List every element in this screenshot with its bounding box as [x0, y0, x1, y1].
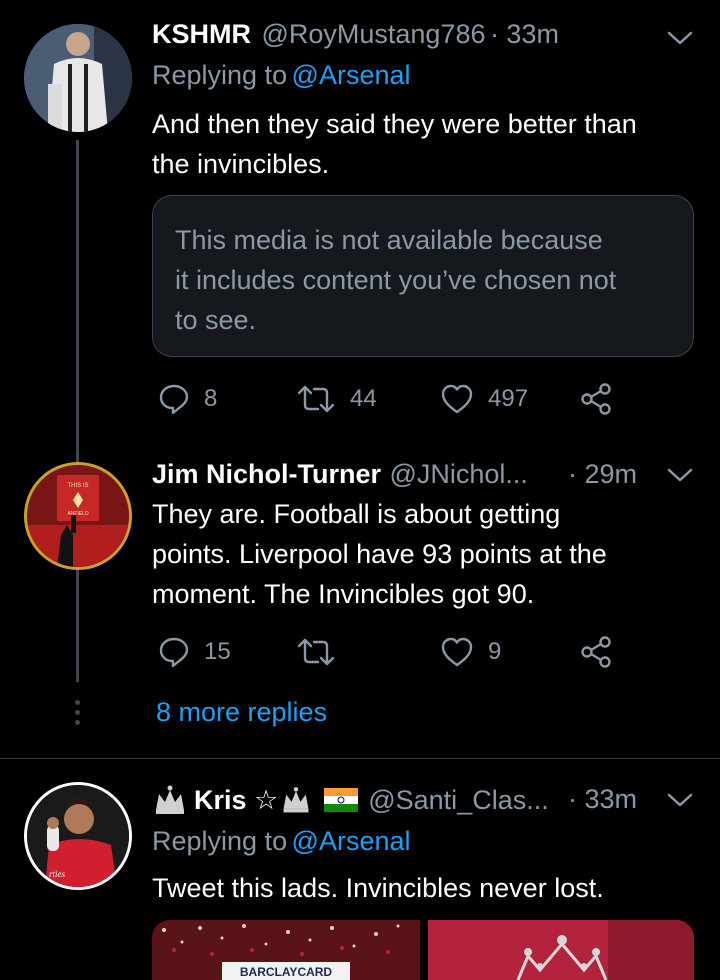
chevron-down-icon[interactable] — [666, 465, 694, 485]
retweet-icon — [297, 638, 335, 666]
handle[interactable]: @RoyMustang786 — [261, 19, 485, 49]
retweet-button[interactable]: 44 — [296, 383, 377, 415]
reply-button[interactable]: 15 — [158, 636, 231, 668]
thread-line — [76, 140, 79, 682]
like-icon — [441, 384, 473, 414]
media-image-left[interactable]: BARCLAYCARD — [152, 920, 420, 980]
tweet-header: KSHMR @RoyMustang786 · 33m — [152, 19, 559, 50]
avatar[interactable] — [24, 24, 132, 132]
reply-button[interactable]: 8 — [158, 383, 217, 415]
flag-india-icon — [324, 788, 359, 812]
share-button[interactable] — [580, 383, 626, 415]
display-name[interactable]: Jim Nichol-Turner — [152, 459, 381, 489]
tweet-text: Tweet this lads. Invincibles never lost. — [152, 873, 604, 903]
replying-to-link[interactable]: @Arsenal — [292, 60, 411, 90]
svg-text:rties: rties — [49, 869, 65, 879]
crown-icon — [283, 787, 309, 813]
display-name[interactable]: KSHMR — [152, 19, 251, 49]
avatar[interactable]: THIS IS ANFIELD — [24, 462, 132, 570]
chevron-down-icon[interactable] — [666, 28, 694, 48]
share-icon — [581, 636, 611, 668]
sign-text-top: THIS IS — [67, 483, 88, 489]
timestamp[interactable]: · 33m — [568, 784, 637, 815]
retweet-button[interactable] — [296, 636, 350, 668]
chevron-down-icon[interactable] — [666, 790, 694, 810]
media-caption: BARCLAYCARD — [240, 965, 333, 979]
replying-to: Replying to @Arsenal — [152, 826, 411, 856]
like-icon — [441, 637, 473, 667]
sign-text-bottom: ANFIELD — [67, 511, 89, 517]
timestamp[interactable]: · 33m — [490, 19, 559, 49]
avatar[interactable]: rties — [24, 782, 132, 890]
reply-icon — [159, 384, 189, 415]
like-button[interactable]: 497 — [440, 383, 528, 415]
more-dots-icon — [74, 700, 81, 726]
tweet-text: They are. Football is about getting poin… — [152, 499, 607, 609]
handle[interactable]: @JNichol... — [389, 459, 527, 489]
tweet-header: Jim Nichol-Turner @JNichol... — [152, 459, 528, 490]
display-name[interactable]: Kris ☆ — [194, 785, 278, 816]
retweet-icon — [297, 385, 335, 413]
like-button[interactable]: 9 — [440, 636, 501, 668]
crown-icon — [156, 785, 184, 814]
media-unavailable-notice[interactable]: This media is not available because it i… — [152, 195, 694, 357]
reply-icon — [159, 637, 189, 668]
divider — [0, 758, 720, 759]
tweet-header: Kris ☆ @Santi_Clas... — [152, 784, 549, 816]
more-replies-link[interactable]: 8 more replies — [156, 697, 327, 728]
replying-to-link[interactable]: @Arsenal — [292, 826, 411, 856]
handle[interactable]: @Santi_Clas... — [368, 785, 548, 816]
share-button[interactable] — [580, 636, 626, 668]
replying-to: Replying to @Arsenal — [152, 60, 411, 90]
tweet-text: And then they said they were better than… — [152, 109, 637, 179]
timestamp[interactable]: · 29m — [568, 459, 637, 490]
media-image-right[interactable] — [428, 920, 694, 980]
share-icon — [581, 383, 611, 415]
